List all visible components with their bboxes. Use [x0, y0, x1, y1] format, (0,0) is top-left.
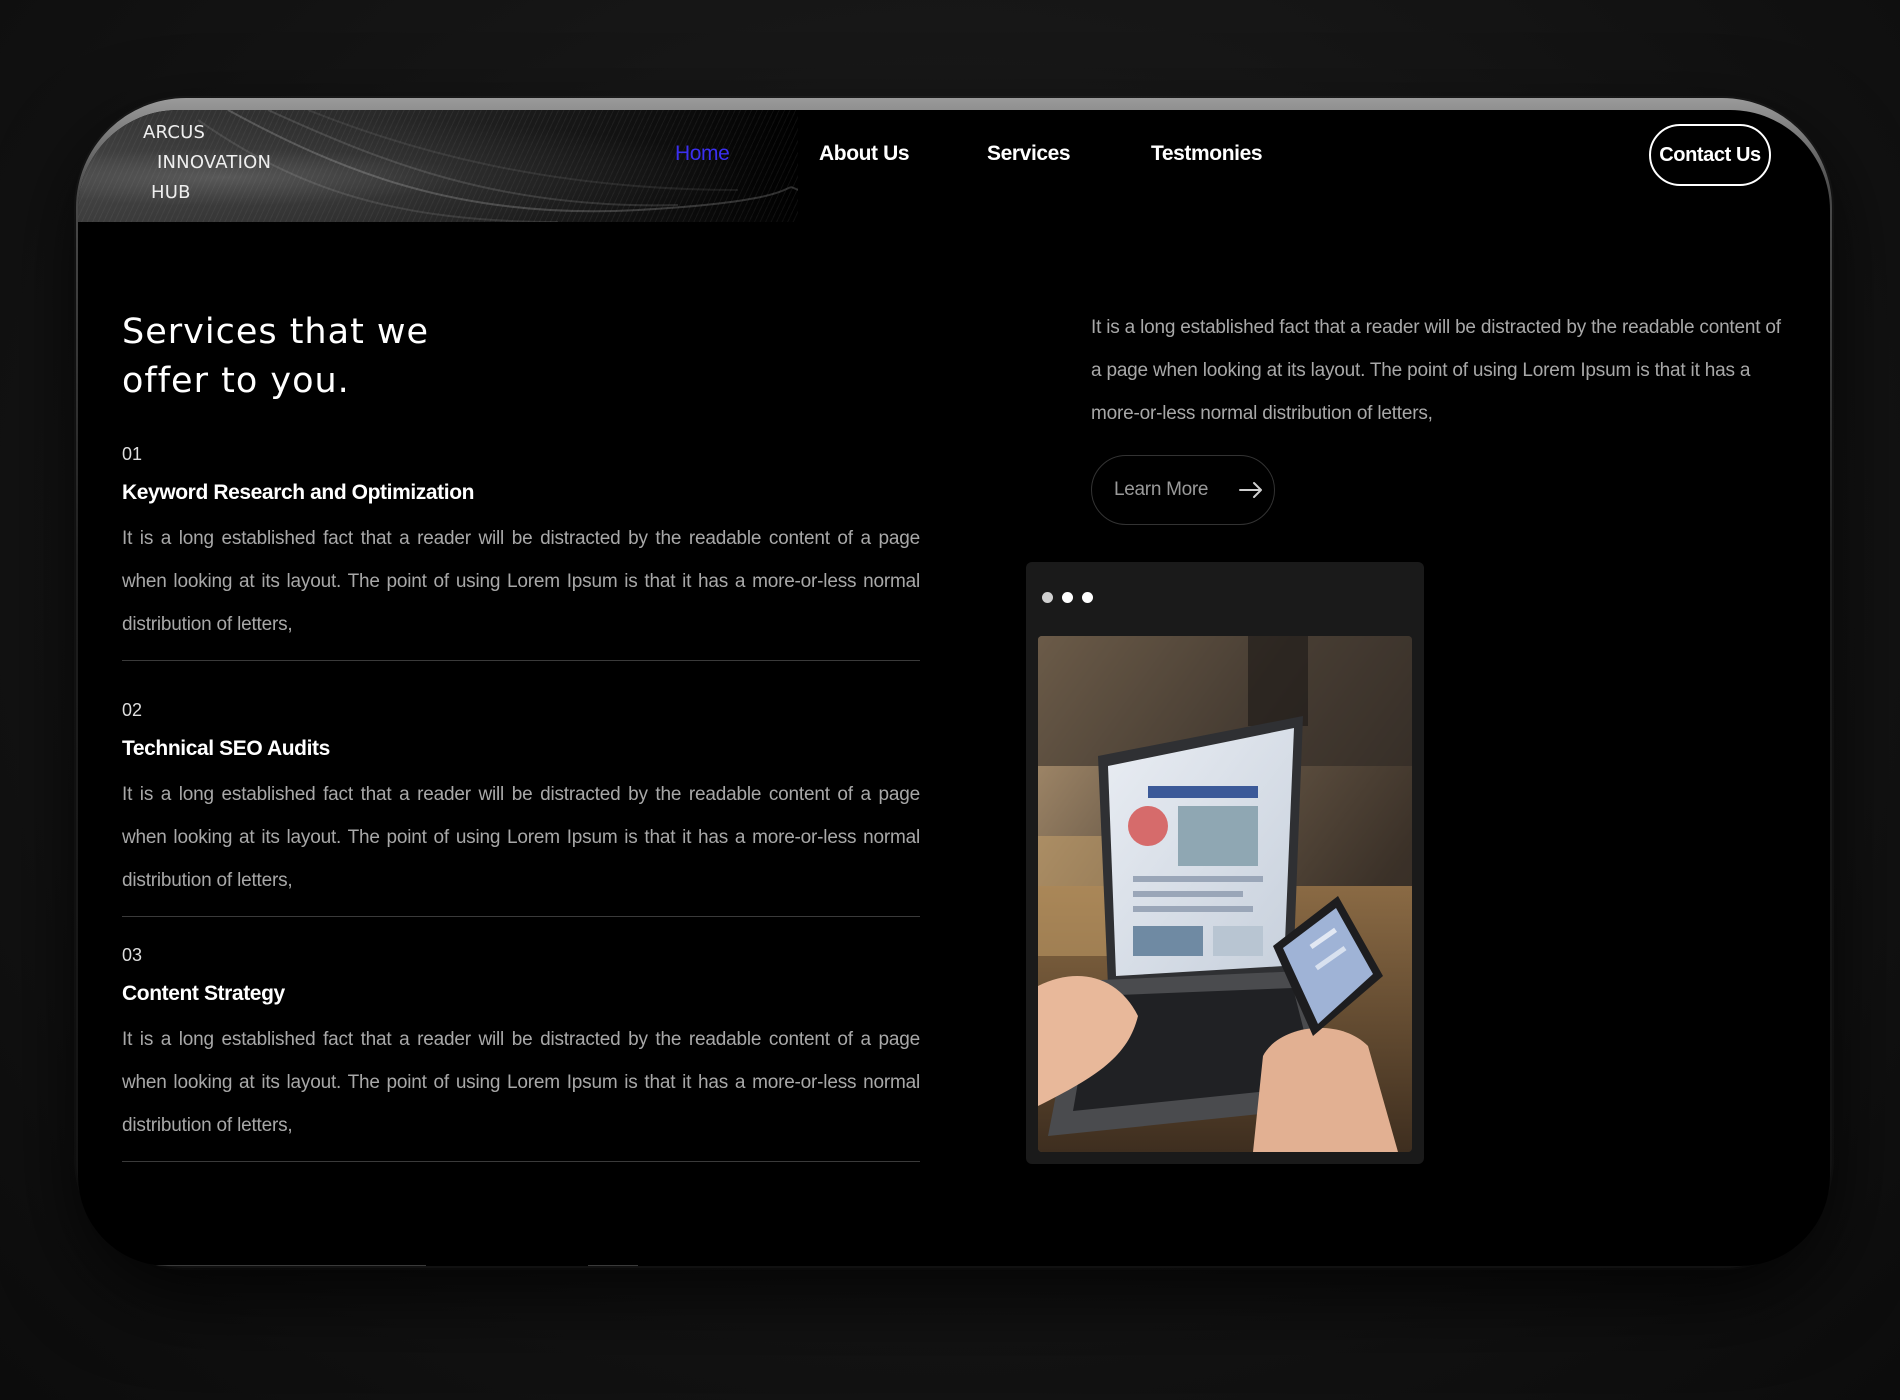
browser-mockup-card	[1026, 562, 1424, 1164]
service-number: 01	[122, 444, 143, 464]
service-title[interactable]: Content Strategy	[122, 982, 920, 1006]
scroll-indicator	[156, 1265, 426, 1266]
logo-line-3: HUB	[151, 182, 191, 203]
window-dots-icon	[1042, 592, 1093, 603]
nav-about-us[interactable]: About Us	[819, 142, 910, 166]
logo-line-2: INNOVATION	[157, 152, 272, 173]
learn-more-label: Learn More	[1114, 479, 1209, 500]
nav-services[interactable]: Services	[987, 142, 1071, 166]
nav-testmonies[interactable]: Testmonies	[1151, 142, 1263, 166]
contact-us-button[interactable]: Contact Us	[1649, 124, 1771, 186]
service-number: 03	[122, 945, 143, 965]
service-description: It is a long established fact that a rea…	[122, 528, 920, 635]
section-heading: Services that we offer to you.	[122, 312, 430, 401]
service-title[interactable]: Technical SEO Audits	[122, 737, 920, 761]
arrow-right-icon	[1238, 481, 1264, 499]
service-item: 02 Technical SEO Audits It is a long est…	[122, 700, 920, 917]
logo-line-1: ARCUS	[143, 122, 206, 143]
service-item: 03 Content Strategy It is a long establi…	[122, 945, 920, 1162]
intro-text: It is a long established fact that a rea…	[1091, 317, 1781, 424]
service-number: 02	[122, 700, 143, 720]
logo[interactable]: ARCUS INNOVATION HUB	[143, 118, 271, 208]
scroll-indicator-segment	[588, 1265, 638, 1266]
service-description: It is a long established fact that a rea…	[122, 784, 920, 891]
service-title[interactable]: Keyword Research and Optimization	[122, 481, 920, 505]
service-description: It is a long established fact that a rea…	[122, 1029, 920, 1136]
learn-more-button[interactable]: Learn More	[1091, 455, 1275, 525]
nav-home[interactable]: Home	[675, 142, 730, 166]
laptop-phone-photo	[1038, 636, 1412, 1152]
website-screen: ARCUS INNOVATION HUB Home About Us Servi…	[78, 110, 1830, 1266]
service-item: 01 Keyword Research and Optimization It …	[122, 444, 920, 661]
